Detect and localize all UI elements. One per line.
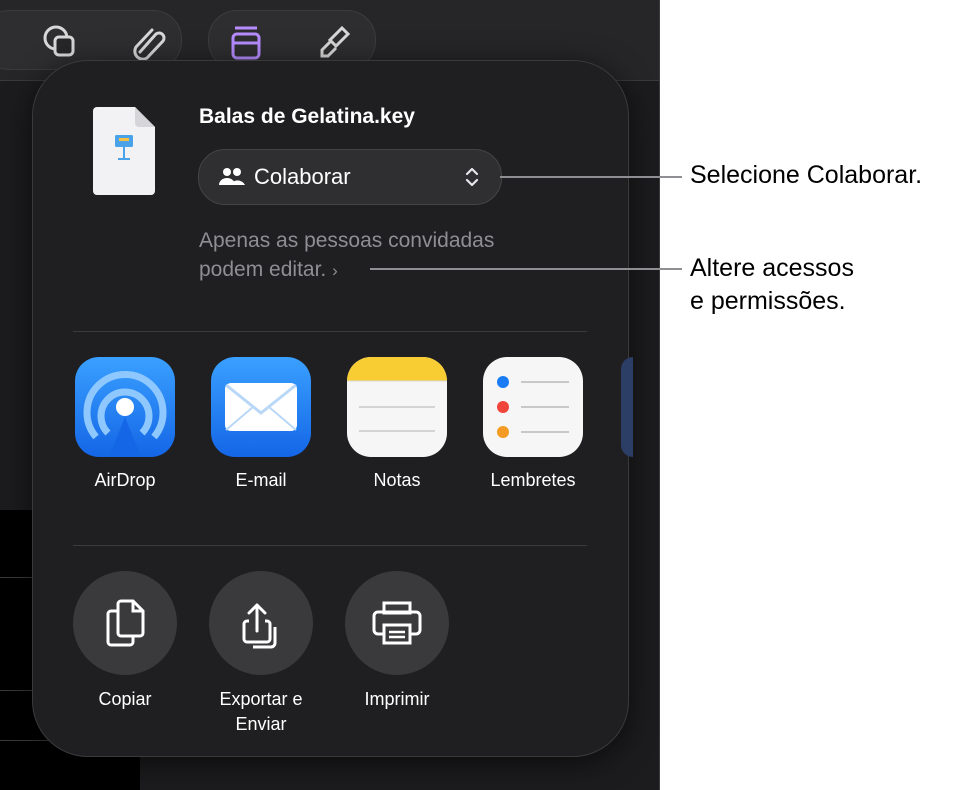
export-icon [209, 571, 313, 675]
callout-collaborate: Selecione Colaborar. [690, 161, 923, 189]
mail-icon [211, 357, 311, 457]
notes-icon [347, 357, 447, 457]
collaborate-label: Colaborar [254, 164, 351, 189]
share-notes[interactable]: Notas [345, 357, 449, 491]
collaborate-toolbar-icon[interactable] [226, 22, 266, 62]
reminders-icon [483, 357, 583, 457]
action-label: Imprimir [364, 689, 430, 709]
copy-button[interactable]: Copiar [60, 571, 190, 712]
divider [73, 331, 587, 332]
callout-line [370, 268, 682, 270]
format-brush-icon[interactable] [314, 22, 354, 62]
share-airdrop[interactable]: AirDrop [73, 357, 177, 491]
paperclip-icon[interactable] [130, 22, 170, 62]
callout-access: Altere acessos e permissões. [690, 252, 854, 318]
callout-line [500, 176, 682, 178]
chevron-right-icon: › [332, 261, 338, 280]
share-reminders[interactable]: Lembretes [481, 357, 585, 491]
access-text: Apenas as pessoas convidadas podem edita… [199, 229, 495, 281]
callout-access-line1: Altere acessos [690, 254, 854, 282]
action-label: Copiar [98, 689, 152, 709]
share-sheet: Balas de Gelatina.key Colaborar Apenas a… [32, 60, 633, 757]
export-send-button[interactable]: Exportar e Enviar [196, 571, 326, 737]
action-label: Exportar e Enviar [219, 689, 303, 734]
collaborate-menu-button[interactable]: Colaborar [198, 149, 502, 205]
app-label: Lembretes [490, 470, 576, 490]
copy-icon [73, 571, 177, 675]
divider [73, 545, 587, 546]
document-title: Balas de Gelatina.key [199, 105, 415, 128]
chevron-up-down-icon [464, 165, 480, 194]
printer-icon [345, 571, 449, 675]
keynote-document-icon [91, 107, 157, 195]
app-label: AirDrop [94, 470, 156, 490]
share-email[interactable]: E-mail [209, 357, 313, 491]
app-label: Notas [373, 470, 421, 490]
access-permissions-link[interactable]: Apenas as pessoas convidadas podem edita… [199, 226, 559, 285]
more-apps-icon[interactable] [621, 357, 633, 457]
callout-access-line2: e permissões. [690, 287, 846, 315]
app-label: E-mail [235, 470, 287, 490]
print-button[interactable]: Imprimir [332, 571, 462, 712]
shapes-icon[interactable] [40, 22, 80, 62]
people-icon [219, 167, 245, 192]
airdrop-icon [75, 357, 175, 457]
